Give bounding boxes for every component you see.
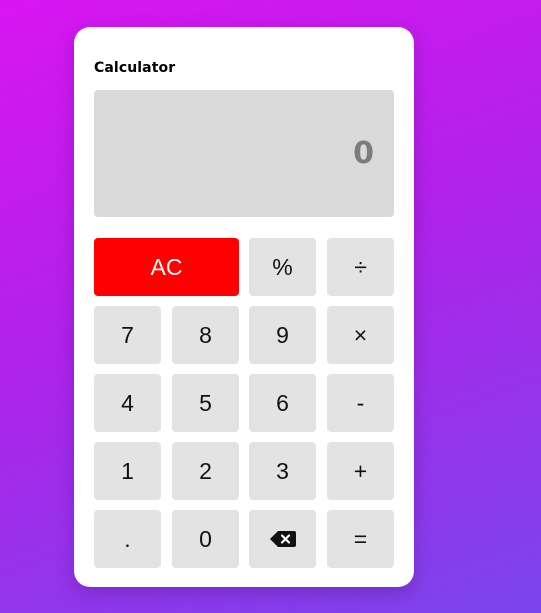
calculator-title: Calculator [94, 60, 176, 76]
digit-0-button[interactable]: 0 [172, 510, 239, 568]
digit-7-button[interactable]: 7 [94, 306, 161, 364]
digit-8-button[interactable]: 8 [172, 306, 239, 364]
calculator-card: Calculator 0 AC % ÷ 7 8 9 × 4 5 6 - 1 2 … [74, 27, 414, 587]
digit-9-button[interactable]: 9 [249, 306, 316, 364]
percent-button[interactable]: % [249, 238, 316, 296]
keypad: AC % ÷ 7 8 9 × 4 5 6 - 1 2 3 + . 0 = [94, 238, 394, 568]
all-clear-button[interactable]: AC [94, 238, 239, 296]
multiply-button[interactable]: × [327, 306, 394, 364]
digit-6-button[interactable]: 6 [249, 374, 316, 432]
backspace-icon [269, 531, 296, 547]
digit-4-button[interactable]: 4 [94, 374, 161, 432]
add-button[interactable]: + [327, 442, 394, 500]
backspace-button[interactable] [249, 510, 316, 568]
subtract-button[interactable]: - [327, 374, 394, 432]
digit-1-button[interactable]: 1 [94, 442, 161, 500]
divide-button[interactable]: ÷ [327, 238, 394, 296]
equals-button[interactable]: = [327, 510, 394, 568]
decimal-button[interactable]: . [94, 510, 161, 568]
digit-3-button[interactable]: 3 [249, 442, 316, 500]
display-screen: 0 [94, 90, 394, 217]
digit-2-button[interactable]: 2 [172, 442, 239, 500]
digit-5-button[interactable]: 5 [172, 374, 239, 432]
display-value: 0 [353, 136, 374, 171]
